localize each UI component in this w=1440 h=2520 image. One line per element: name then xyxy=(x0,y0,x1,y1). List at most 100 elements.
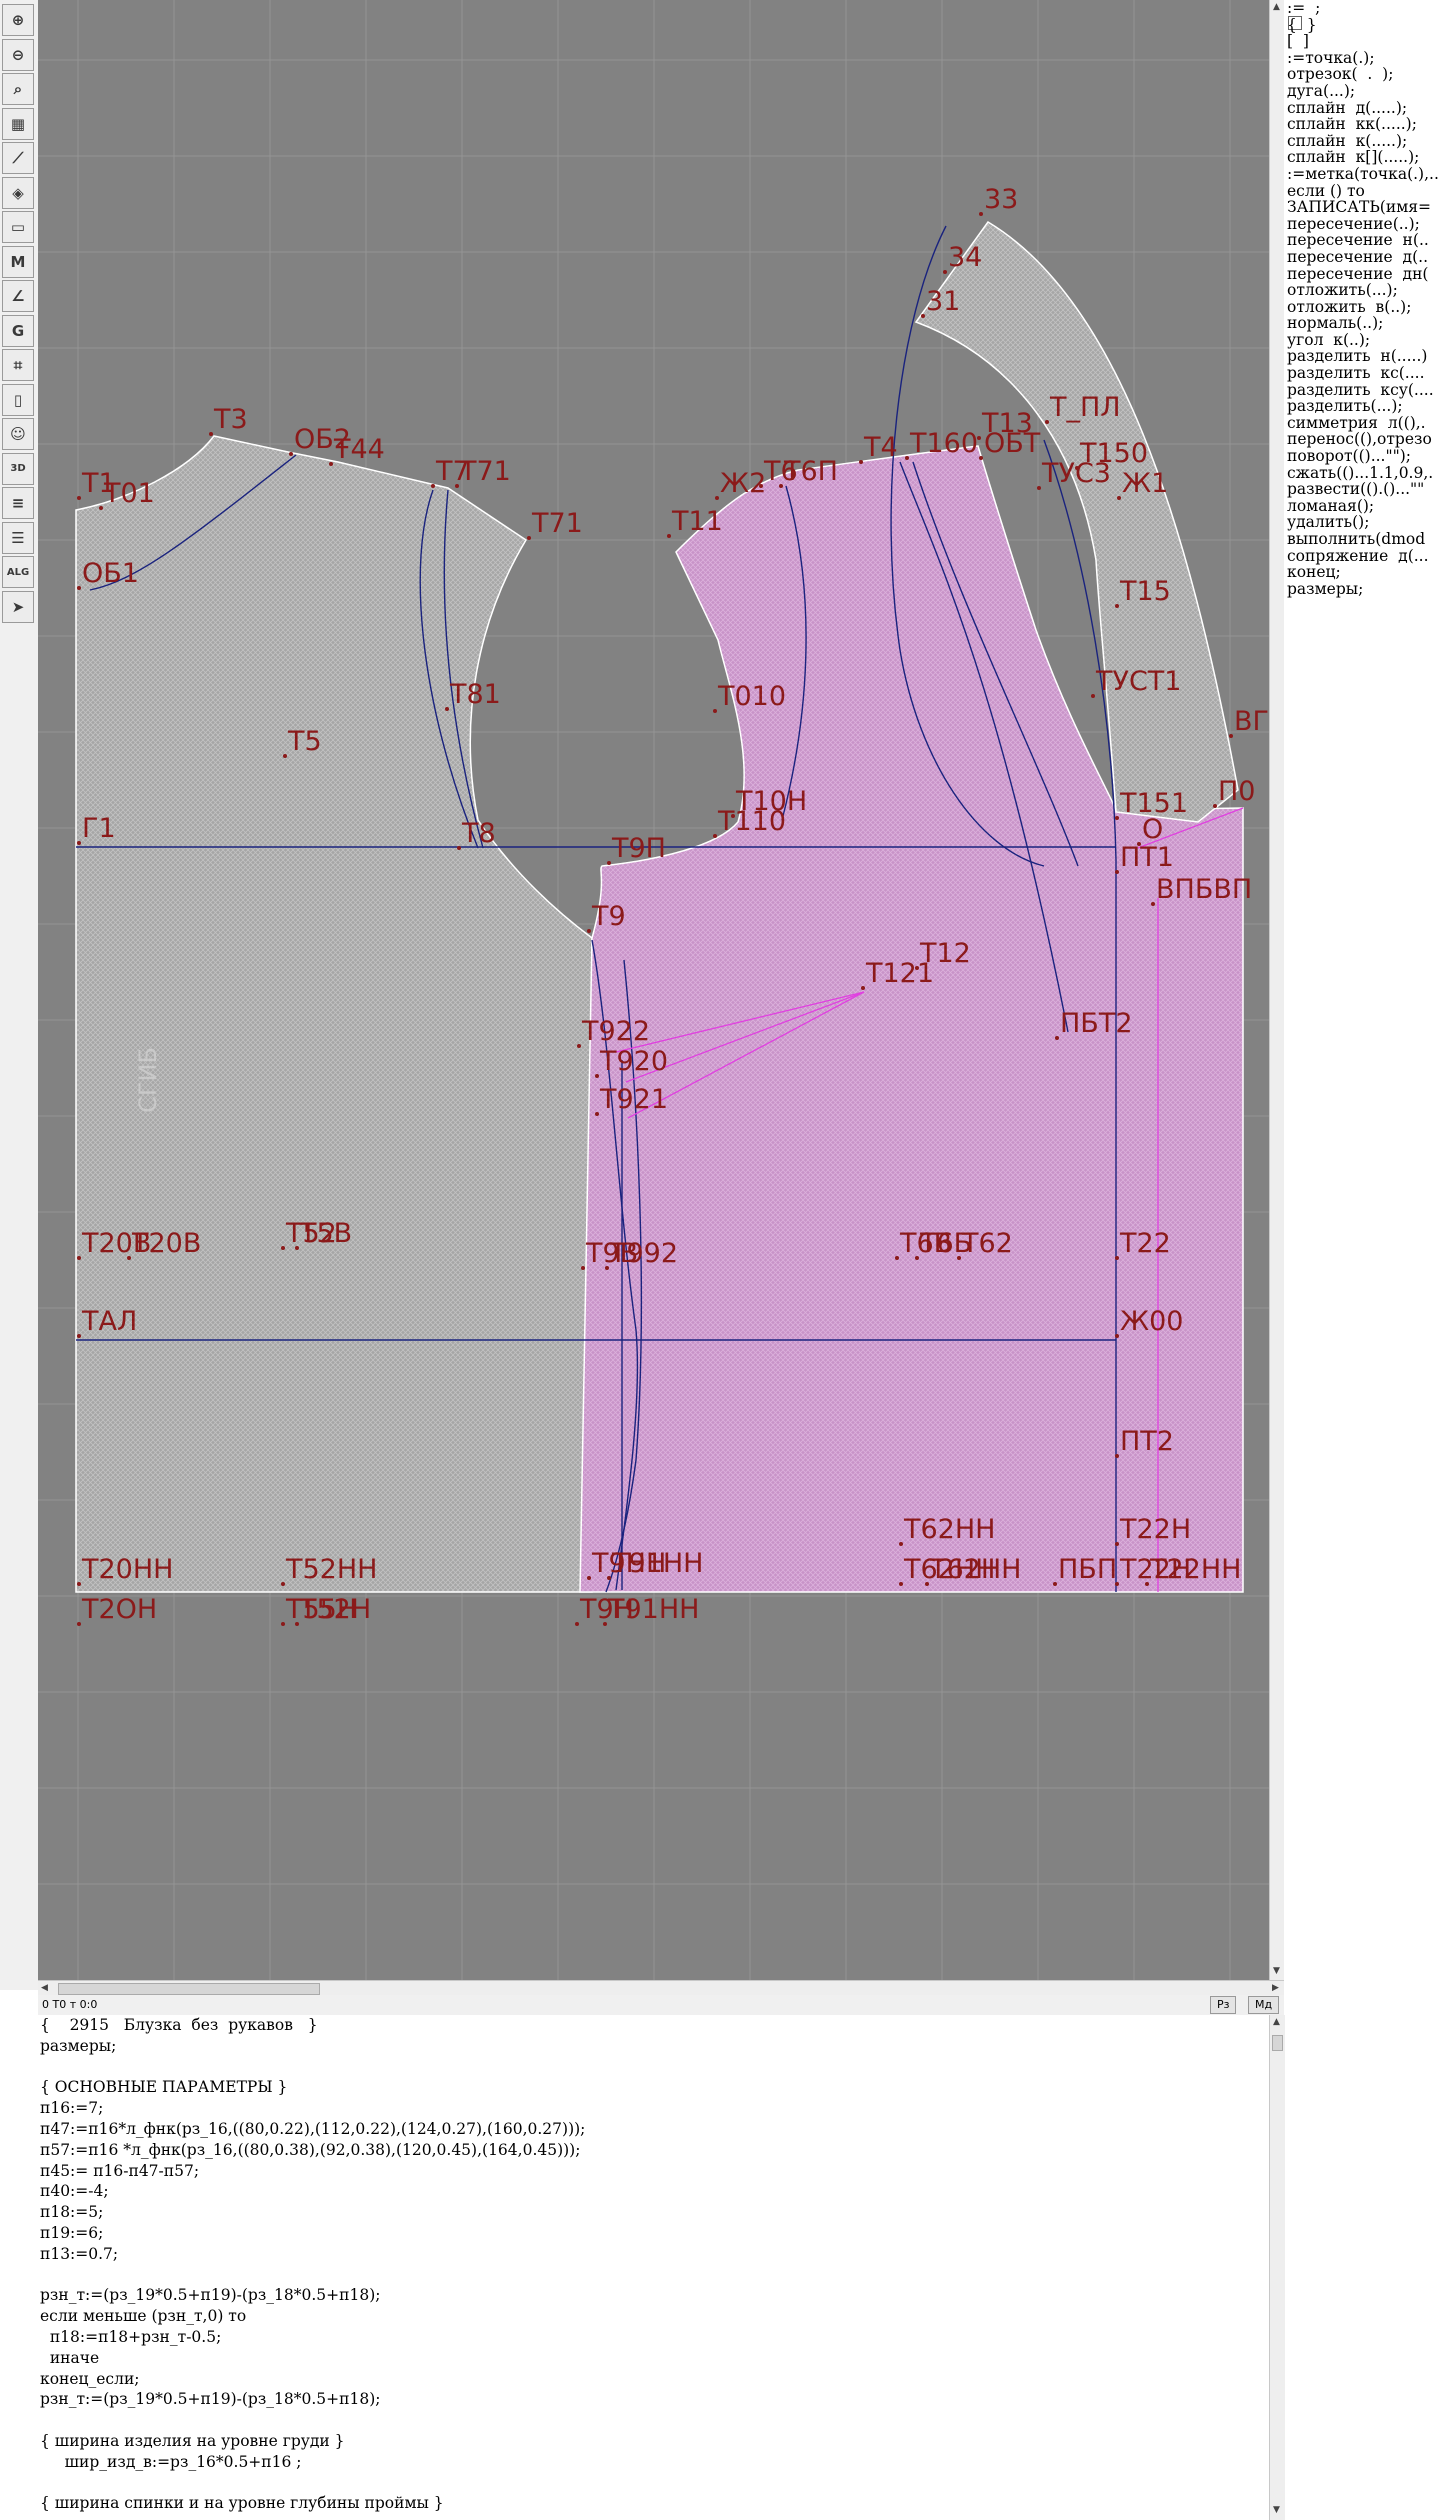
code-line[interactable]: п19:=6; xyxy=(40,2223,585,2244)
point-marker[interactable] xyxy=(527,536,531,540)
function-item[interactable]: отложить в(..); xyxy=(1287,299,1439,316)
function-item[interactable]: если () то xyxy=(1287,182,1439,200)
point-label[interactable]: Т20В xyxy=(131,1228,201,1259)
code-line[interactable]: п57:=п16 *л_фнк(рз_16,((80,0.38),(92,0.3… xyxy=(40,2140,585,2161)
point-marker[interactable] xyxy=(431,484,435,488)
point-label[interactable]: Т22Н xyxy=(1119,1514,1191,1545)
point-marker[interactable] xyxy=(715,496,719,500)
point-label[interactable]: 33 xyxy=(984,184,1018,215)
point-marker[interactable] xyxy=(1117,496,1121,500)
point-marker[interactable] xyxy=(577,1044,581,1048)
point-label[interactable]: Т13 xyxy=(981,408,1033,439)
point-label[interactable]: Т52Н xyxy=(299,1594,371,1625)
point-label[interactable]: Т2ОН xyxy=(81,1594,157,1625)
point-marker[interactable] xyxy=(925,1582,929,1586)
point-label[interactable]: Т_ПЛ xyxy=(1049,392,1121,423)
point-label[interactable]: ТУСТ1 xyxy=(1095,666,1181,697)
function-item[interactable]: [ ] xyxy=(1287,33,1439,50)
editor-scroll-thumb[interactable] xyxy=(1272,2035,1283,2051)
point-marker[interactable] xyxy=(77,1622,81,1626)
code-line[interactable]: п18:=5; xyxy=(40,2202,585,2223)
code-line[interactable]: { ОСНОВНЫЕ ПАРАМЕТРЫ } xyxy=(40,2077,585,2098)
sheet-tool[interactable]: ▯ xyxy=(2,383,34,416)
code-line[interactable]: { ширина спинки и на уровне глубины прой… xyxy=(40,2493,585,2514)
point-marker[interactable] xyxy=(899,1542,903,1546)
point-label[interactable]: Т921 xyxy=(599,1084,668,1115)
pattern-tool[interactable]: ⌗ xyxy=(2,349,34,381)
point-marker[interactable] xyxy=(281,1582,285,1586)
point-label[interactable]: Т922 xyxy=(581,1016,650,1047)
function-item[interactable]: разделить н(.....) xyxy=(1287,348,1439,365)
point-label[interactable]: ПТ1 xyxy=(1120,842,1174,873)
point-marker[interactable] xyxy=(915,1256,919,1260)
point-label[interactable]: Т44 xyxy=(333,434,385,465)
editor-scroll-down-icon[interactable]: ▼ xyxy=(1273,2505,1280,2516)
point-marker[interactable] xyxy=(1115,604,1119,608)
point-label[interactable]: Т11 xyxy=(671,506,723,537)
point-label[interactable]: Ж00 xyxy=(1120,1306,1183,1337)
function-item[interactable]: нормаль(..); xyxy=(1287,315,1439,332)
back-piece[interactable] xyxy=(75,435,593,1593)
function-item[interactable]: :=метка(точка(.),.. xyxy=(1287,166,1439,183)
point-marker[interactable] xyxy=(905,456,909,460)
point-marker[interactable] xyxy=(329,462,333,466)
function-item[interactable]: отложить(...); xyxy=(1287,282,1439,299)
angle-tool[interactable]: ∠ xyxy=(2,280,34,312)
code-text[interactable]: { 2915 Блузка без рукавов } размеры; { ОСН… xyxy=(40,2015,585,2514)
point-label[interactable]: 34 xyxy=(948,242,982,273)
function-item[interactable]: сплайн к(.....); xyxy=(1287,133,1439,150)
point-label[interactable]: Т62 xyxy=(961,1228,1013,1259)
scroll-right-icon[interactable]: ▶ xyxy=(1272,1983,1279,1994)
point-marker[interactable] xyxy=(861,986,865,990)
point-label[interactable]: Т62НН xyxy=(903,1514,995,1545)
point-marker[interactable] xyxy=(1091,694,1095,698)
stack-tool[interactable]: ☰ xyxy=(2,521,34,554)
function-item[interactable]: сплайн д(.....); xyxy=(1287,99,1439,117)
point-label[interactable]: Т81 xyxy=(449,679,501,710)
point-marker[interactable] xyxy=(713,709,717,713)
function-item[interactable]: выполнить(dmod xyxy=(1287,531,1439,548)
zoom-in-tool[interactable]: ⊕ xyxy=(2,4,34,36)
code-line[interactable]: п18:=п18+рзн_т-0.5; xyxy=(40,2327,585,2348)
code-line[interactable]: иначе xyxy=(40,2348,585,2369)
point-marker[interactable] xyxy=(457,846,461,850)
function-item[interactable]: симметрия л((),. xyxy=(1287,415,1439,432)
function-item[interactable]: развести(().()..."" xyxy=(1287,481,1439,498)
point-label[interactable]: Т010 xyxy=(717,681,786,712)
point-marker[interactable] xyxy=(1115,1334,1119,1338)
function-item[interactable]: дуга(...); xyxy=(1287,83,1439,100)
point-label[interactable]: Т91НН xyxy=(607,1594,699,1625)
document-tool[interactable]: ≡ xyxy=(2,487,34,519)
point-label[interactable]: Т62НН xyxy=(929,1554,1021,1585)
point-marker[interactable] xyxy=(979,212,983,216)
point-label[interactable]: Г1 xyxy=(82,813,116,844)
point-marker[interactable] xyxy=(957,1256,961,1260)
point-marker[interactable] xyxy=(607,861,611,865)
point-marker[interactable] xyxy=(603,1622,607,1626)
point-marker[interactable] xyxy=(295,1246,299,1250)
point-marker[interactable] xyxy=(99,506,103,510)
point-marker[interactable] xyxy=(595,1074,599,1078)
code-line[interactable]: п16:=7; xyxy=(40,2098,585,2119)
point-marker[interactable] xyxy=(587,1576,591,1580)
pattern-drawing[interactable]: Т3ОБ2Т44Т1Т01Т7Т71Т71ОБ1Т81Т5Г1 Т8 Т9ПТ9Т9… xyxy=(38,0,1269,1980)
code-line[interactable]: шир_изд_в:=рз_16*0.5+п16 ; xyxy=(40,2452,585,2473)
point-label[interactable]: Т22 xyxy=(1119,1228,1171,1259)
point-marker[interactable] xyxy=(289,452,293,456)
editor-scroll-up-icon[interactable]: ▲ xyxy=(1273,2017,1280,2028)
run-tool[interactable]: ➤ xyxy=(2,590,34,623)
point-label[interactable]: Ж1 xyxy=(1122,468,1168,499)
point-label[interactable]: ВПБВП xyxy=(1156,874,1252,905)
function-item[interactable]: пересечение дн( xyxy=(1287,265,1439,283)
code-line[interactable]: рзн_т:=(рз_19*0.5+п19)-(рз_18*0.5+п18); xyxy=(40,2389,585,2410)
point-marker[interactable] xyxy=(1229,734,1233,738)
point-marker[interactable] xyxy=(1053,1582,1057,1586)
function-item[interactable]: пересечение н(.. xyxy=(1287,232,1439,249)
point-marker[interactable] xyxy=(899,1582,903,1586)
point-label[interactable]: Т52НН xyxy=(285,1554,377,1585)
point-label[interactable]: Т5В xyxy=(299,1218,352,1249)
scroll-up-icon[interactable]: ▲ xyxy=(1273,2,1280,13)
point-label[interactable]: Т20НН xyxy=(81,1554,173,1585)
canvas-horizontal-scrollbar[interactable]: ◀ ▶ xyxy=(38,1980,1284,1996)
point-label[interactable]: ПБП xyxy=(1058,1554,1117,1585)
